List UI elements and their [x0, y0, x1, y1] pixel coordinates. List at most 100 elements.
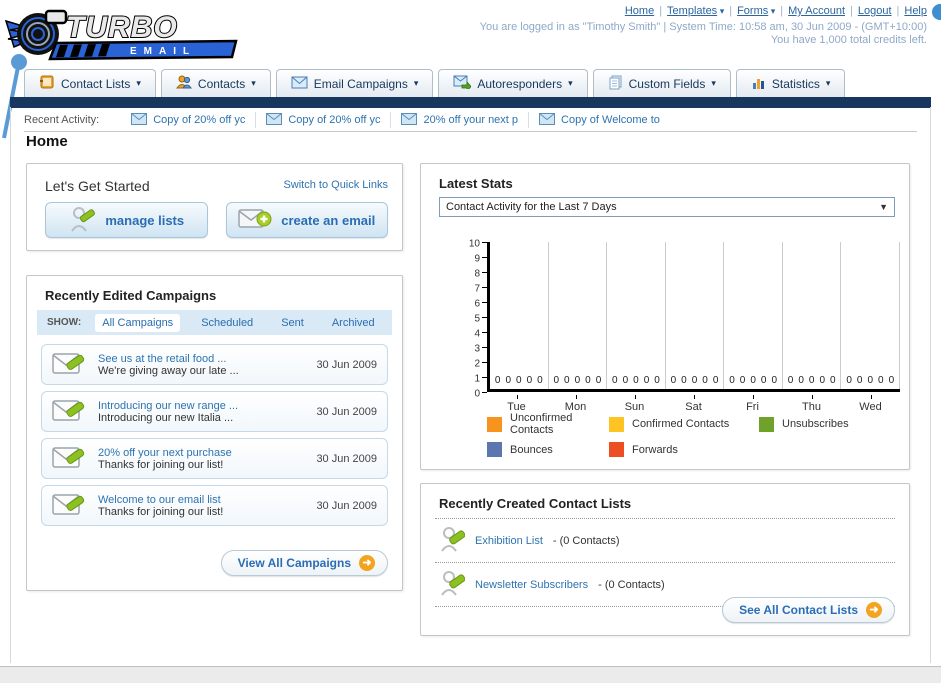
value-label: 0: [819, 375, 826, 386]
legend-label: Unsubscribes: [782, 418, 849, 430]
contact-activity-chart: 0 1 2 3 4 5 6 7 8 9 10 000000000000000000000000000…: [461, 238, 901, 413]
contact-list-name-link[interactable]: Exhibition List: [475, 535, 543, 547]
chart-group-sun: 00000: [607, 242, 666, 389]
link-separator: |: [850, 5, 853, 17]
recent-activity-item[interactable]: Copy of Welcome to: [528, 112, 670, 128]
top-link-my-account[interactable]: My Account: [788, 5, 845, 17]
filter-all-campaigns[interactable]: All Campaigns: [95, 313, 181, 332]
nav-divider-bar: [10, 97, 931, 108]
campaign-subtitle: Introducing our new Italia ...: [98, 411, 234, 424]
turbo-email-logo[interactable]: TURBO EMAIL: [4, 3, 244, 61]
y-tick-label: 0: [474, 388, 480, 400]
campaign-row[interactable]: Introducing our new range ... Introducing…: [41, 391, 388, 432]
see-all-contact-lists-button[interactable]: See All Contact Lists ➜: [722, 597, 895, 623]
value-label: 0: [537, 375, 543, 386]
chart-y-axis: 0 1 2 3 4 5 6 7 8 9 10: [461, 238, 487, 400]
y-tick-label: 6: [474, 298, 480, 310]
campaign-row[interactable]: Welcome to our email list Thanks for join…: [41, 485, 388, 526]
value-label: 0: [691, 375, 698, 386]
x-tick-mark: [752, 395, 754, 399]
y-tick-label: 10: [468, 238, 480, 250]
value-label: 0: [633, 375, 639, 386]
chevron-down-icon: ▾: [768, 6, 776, 16]
contact-list-count: - (0 Contacts): [552, 534, 620, 547]
campaign-date: 30 Jun 2009: [316, 499, 377, 512]
campaign-title-link[interactable]: 20% off your next purchase: [98, 447, 316, 459]
chart-group-tue: 00000: [490, 242, 549, 389]
tab-email-campaigns[interactable]: Email Campaigns ▾: [275, 69, 434, 97]
manage-lists-button[interactable]: manage lists: [45, 202, 208, 238]
recent-activity-item[interactable]: Copy of 20% off yc: [255, 112, 390, 128]
value-labels: 00000: [607, 375, 665, 386]
contact-list-name-link[interactable]: Newsletter Subscribers: [475, 579, 588, 591]
value-label: 0: [750, 375, 756, 386]
value-label: 0: [670, 375, 677, 386]
nav-tabs: Contact Lists ▾ Contacts ▾ Email Campaigns ▾ A…: [24, 69, 846, 97]
value-label: 0: [526, 375, 533, 386]
recent-activity-item[interactable]: Copy of 20% off yc: [121, 112, 255, 128]
chart-group-fri: 00000: [724, 242, 783, 389]
campaign-title-link[interactable]: Welcome to our email list: [98, 494, 316, 506]
see-all-contact-lists-label: See All Contact Lists: [739, 603, 858, 617]
y-tick-label: 3: [474, 343, 480, 355]
top-link-templates[interactable]: Templates: [667, 5, 717, 17]
help-balloon-icon[interactable]: [932, 4, 941, 20]
filter-archived[interactable]: Archived: [325, 314, 382, 332]
value-label: 0: [787, 375, 794, 386]
stats-period-dropdown[interactable]: Contact Activity for the Last 7 Days ▼: [439, 197, 895, 217]
tab-statistics[interactable]: Statistics ▾: [735, 69, 846, 97]
top-link-forms[interactable]: Forms: [737, 5, 768, 17]
chevron-down-icon: ▾: [717, 6, 725, 16]
create-an-email-button[interactable]: create an email: [225, 202, 388, 238]
top-link-help[interactable]: Help: [904, 5, 927, 17]
contact-lists-panel: Recently Created Contact Lists Exhibitio…: [420, 483, 910, 636]
tab-label: Custom Fields: [628, 76, 706, 91]
campaign-texts: See us at the retail food ... We're givin…: [98, 353, 316, 377]
recent-activity-item[interactable]: 20% off your next p: [390, 112, 528, 128]
legend-item-confirmed-contacts: Confirmed Contacts: [609, 412, 759, 436]
contact-list-row[interactable]: Exhibition List - (0 Contacts): [435, 518, 895, 562]
campaign-date: 30 Jun 2009: [316, 405, 377, 418]
arrow-circle-icon: ➜: [359, 555, 375, 571]
campaign-row[interactable]: 20% off your next purchase Thanks for joi…: [41, 438, 388, 479]
campaign-date: 30 Jun 2009: [316, 358, 377, 371]
campaign-edit-icon: [52, 491, 86, 520]
value-label: 0: [643, 375, 650, 386]
chevron-down-icon: ▾: [825, 78, 831, 88]
filter-scheduled[interactable]: Scheduled: [194, 314, 260, 332]
x-label-text: Wed: [859, 401, 882, 413]
value-label: 0: [553, 375, 560, 386]
y-tick-mark: [482, 392, 487, 393]
show-label: SHOW:: [47, 317, 82, 328]
recent-activity-item-label: Copy of 20% off yc: [288, 114, 381, 126]
tab-contact-lists[interactable]: Contact Lists ▾: [24, 69, 156, 97]
x-tick-mark: [516, 395, 518, 399]
campaign-edit-icon: [52, 350, 86, 379]
chart-group-wed: 00000: [841, 242, 901, 389]
value-label: 0: [771, 375, 777, 386]
tab-autoresponders[interactable]: Autoresponders ▾: [438, 69, 588, 97]
value-label: 0: [702, 375, 708, 386]
value-label: 0: [564, 375, 570, 386]
mail-small-icon: [266, 112, 283, 128]
top-link-home[interactable]: Home: [625, 5, 654, 17]
switch-quick-links-link[interactable]: Switch to Quick Links: [283, 179, 388, 191]
autoresponders-icon: [453, 75, 472, 93]
value-labels: 00000: [841, 375, 899, 386]
campaign-row[interactable]: See us at the retail food ... We're givin…: [41, 344, 388, 385]
tab-contacts[interactable]: Contacts ▾: [160, 69, 271, 97]
campaign-title-link[interactable]: See us at the retail food ...: [98, 353, 316, 365]
tab-custom-fields[interactable]: Custom Fields ▾: [592, 69, 731, 97]
campaigns-title: Recently Edited Campaigns: [45, 288, 217, 303]
legend-swatch: [487, 416, 502, 432]
view-all-campaigns-button[interactable]: View All Campaigns ➜: [220, 550, 388, 576]
latest-stats-panel: Latest Stats Contact Activity for the La…: [420, 163, 910, 470]
top-link-logout[interactable]: Logout: [858, 5, 892, 17]
campaign-title-link[interactable]: Introducing our new range ...: [98, 400, 316, 412]
chevron-down-icon: ▾: [136, 78, 141, 88]
campaign-texts: Introducing our new range ... Introducing…: [98, 400, 316, 424]
legend-swatch: [609, 416, 624, 432]
recent-activity-item-label: Copy of Welcome to: [561, 114, 660, 126]
campaign-edit-icon: [52, 397, 86, 426]
filter-sent[interactable]: Sent: [274, 314, 311, 332]
